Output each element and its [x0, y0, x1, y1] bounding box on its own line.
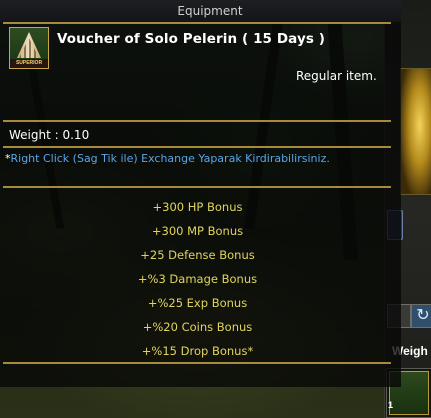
- item-icon: SUPERIOR CAPE: [9, 27, 49, 69]
- item-name: Voucher of Solo Pelerin ( 15 Days ): [57, 31, 326, 47]
- tooltip-header: Equipment: [0, 0, 401, 22]
- divider: [3, 22, 391, 24]
- icon-banner-text: SUPERIOR CAPE: [10, 59, 48, 68]
- item-weight: Weight : 0.10: [9, 128, 90, 142]
- bonus-line: +%25 Exp Bonus: [147, 296, 248, 310]
- bonus-line: +%15 Drop Bonus*: [141, 344, 254, 358]
- bonus-line: +25 Defense Bonus: [140, 248, 255, 262]
- window-title: Equipment: [177, 4, 243, 18]
- description-text: Right Click (Sag Tik ile) Exchange Yapar…: [10, 152, 330, 165]
- item-stack-count: 1: [388, 400, 394, 410]
- item-tooltip: Equipment SUPERIOR CAPE Voucher of Solo …: [0, 0, 401, 387]
- item-description: *Right Click (Sag Tik ile) Exchange Yapa…: [5, 152, 405, 165]
- character-portrait: [400, 68, 431, 195]
- divider: [3, 146, 391, 148]
- bonus-line: +%3 Damage Bonus: [137, 272, 258, 286]
- bonus-line: +%20 Coins Bonus: [142, 320, 253, 334]
- bonus-line: +300 HP Bonus: [152, 200, 243, 214]
- refresh-icon: ↻: [416, 305, 430, 324]
- bonus-line: +300 MP Bonus: [151, 224, 244, 238]
- divider: [3, 362, 391, 364]
- item-type: Regular item.: [296, 69, 377, 83]
- divider: [3, 120, 391, 122]
- divider: [3, 186, 391, 188]
